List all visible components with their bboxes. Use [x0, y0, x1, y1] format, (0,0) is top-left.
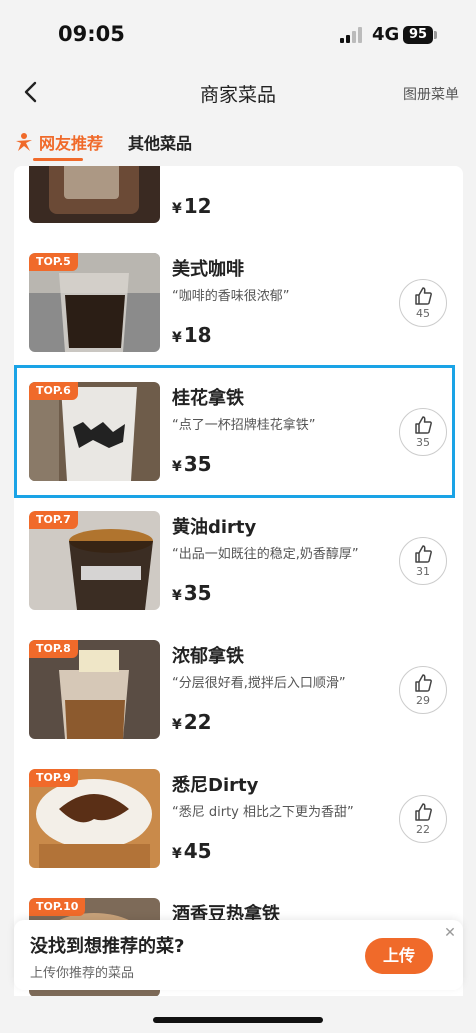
- like-button[interactable]: 22: [399, 795, 447, 843]
- home-indicator[interactable]: [153, 1017, 323, 1023]
- status-time: 09:05: [58, 22, 125, 46]
- tab-other-dishes[interactable]: 其他菜品: [128, 130, 192, 154]
- like-count: 31: [416, 565, 430, 578]
- list-item[interactable]: TOP.5 美式咖啡 “咖啡的香味很浓郁” ¥18 45: [14, 243, 463, 369]
- dish-quote: “悉尼 dirty 相比之下更为香甜”: [172, 805, 354, 820]
- dish-quote: “出品一如既往的稳定,奶香醇厚”: [172, 547, 359, 562]
- banner-subtitle: 上传你推荐的菜品: [30, 966, 135, 981]
- dish-price: ¥12: [172, 194, 212, 218]
- tab-user-recommend[interactable]: 网友推荐: [14, 130, 103, 154]
- like-button[interactable]: 45: [399, 279, 447, 327]
- dish-photo: TOP.5: [29, 253, 160, 352]
- tabs: 网友推荐 其他菜品: [0, 118, 476, 166]
- rank-badge: TOP.5: [29, 253, 78, 271]
- battery-tip: [434, 31, 437, 39]
- upload-banner: 没找到想推荐的菜? 上传你推荐的菜品 上传 ✕: [14, 920, 463, 990]
- like-button[interactable]: 31: [399, 537, 447, 585]
- banner-title: 没找到想推荐的菜?: [30, 936, 185, 957]
- dish-photo: TOP.7: [29, 511, 160, 610]
- dish-photo: TOP.9: [29, 769, 160, 868]
- dish-quote: “咖啡的香味很浓郁”: [172, 289, 290, 304]
- like-count: 45: [416, 307, 430, 320]
- rank-badge: TOP.9: [29, 769, 78, 787]
- dish-name: 悉尼Dirty: [172, 775, 259, 796]
- list-item[interactable]: TOP.9 悉尼Dirty “悉尼 dirty 相比之下更为香甜” ¥45 22: [14, 759, 463, 885]
- dish-price: ¥22: [172, 710, 212, 734]
- thumbs-up-icon: [415, 674, 432, 692]
- like-count: 22: [416, 823, 430, 836]
- dish-price: ¥35: [172, 581, 212, 605]
- dish-photo: TOP.8: [29, 640, 160, 739]
- thumbs-up-icon: [415, 803, 432, 821]
- person-icon: [16, 133, 32, 151]
- signal-icon: [340, 27, 366, 43]
- status-bar: 09:05 4G 95: [0, 0, 476, 68]
- nav-bar: 商家菜品 图册菜单: [0, 68, 476, 118]
- close-icon[interactable]: ✕: [441, 924, 459, 942]
- dish-price: ¥18: [172, 323, 212, 347]
- photo-menu-link[interactable]: 图册菜单: [403, 84, 459, 104]
- battery-icon: 95: [403, 26, 433, 44]
- tab-label-active: 网友推荐: [39, 134, 104, 153]
- dish-list: ¥12 51 TOP.5 美式咖啡 “咖啡的香味很浓郁” ¥18 45 TOP.…: [14, 166, 463, 996]
- network-type: 4G: [372, 24, 400, 45]
- dish-price: ¥45: [172, 839, 212, 863]
- dish-photo: [29, 166, 160, 223]
- rank-badge: TOP.8: [29, 640, 78, 658]
- list-item[interactable]: ¥12 51: [14, 166, 463, 240]
- thumbs-up-icon: [415, 545, 432, 563]
- dish-name: 浓郁拿铁: [172, 646, 244, 667]
- selection-highlight: [14, 365, 455, 498]
- list-item[interactable]: TOP.8 浓郁拿铁 “分层很好看,搅拌后入口顺滑” ¥22 29: [14, 630, 463, 756]
- upload-button[interactable]: 上传: [365, 938, 433, 974]
- rank-badge: TOP.7: [29, 511, 78, 529]
- tab-underline: [33, 158, 83, 161]
- rank-badge: TOP.10: [29, 898, 86, 916]
- like-button[interactable]: 29: [399, 666, 447, 714]
- like-count: 29: [416, 694, 430, 707]
- dish-name: 美式咖啡: [172, 259, 244, 280]
- dish-name: 黄油dirty: [172, 517, 257, 538]
- thumbs-up-icon: [415, 287, 432, 305]
- dish-quote: “分层很好看,搅拌后入口顺滑”: [172, 676, 346, 691]
- list-item[interactable]: TOP.7 黄油dirty “出品一如既往的稳定,奶香醇厚” ¥35 31: [14, 501, 463, 627]
